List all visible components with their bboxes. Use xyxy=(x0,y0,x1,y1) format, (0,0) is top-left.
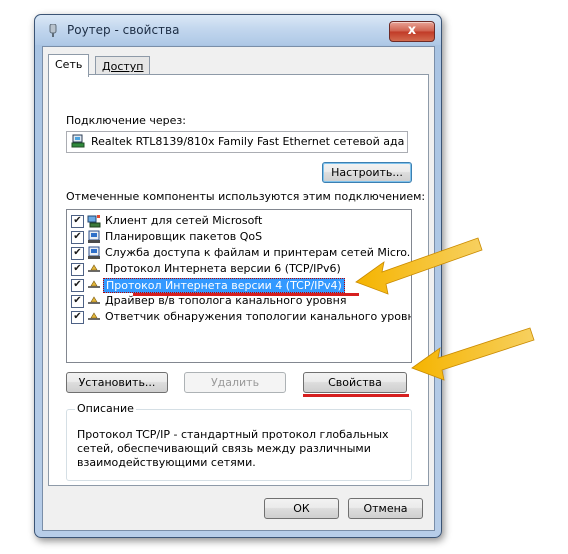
tab-network[interactable]: Сеть xyxy=(48,54,90,77)
annotation-arrows xyxy=(355,237,535,381)
arrow-to-properties xyxy=(411,327,535,381)
tab-network-label: Сеть xyxy=(55,58,83,71)
arrow-to-ipv4 xyxy=(355,237,483,295)
